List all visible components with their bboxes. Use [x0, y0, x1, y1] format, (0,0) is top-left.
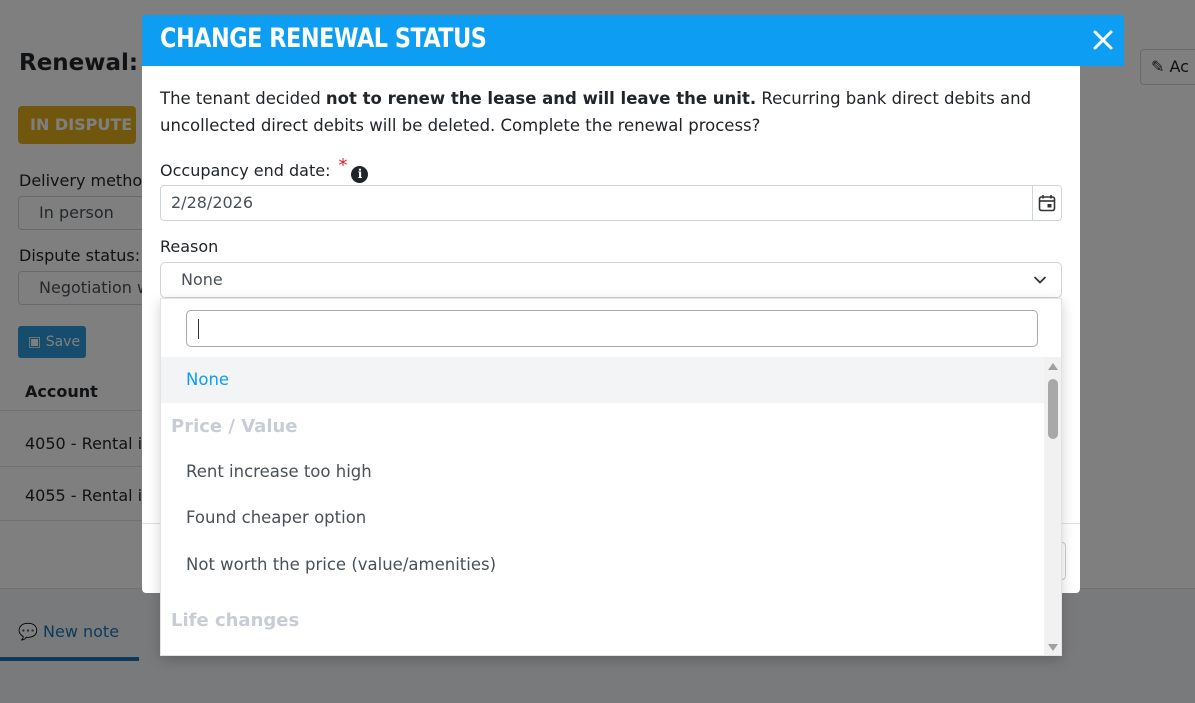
dropdown-options: None Price / Value Rent increase too hig…	[161, 357, 1044, 655]
modal-title: CHANGE RENEWAL STATUS	[160, 23, 487, 54]
dropdown-search-input[interactable]	[186, 310, 1038, 347]
required-mark: *	[338, 155, 348, 176]
modal-body: The tenant decided not to renew the leas…	[160, 85, 1062, 139]
dropdown-scrollbar[interactable]	[1044, 357, 1061, 655]
reason-selected-value: None	[181, 270, 223, 289]
occupancy-date-input[interactable]: 2/28/2026	[160, 185, 1062, 221]
option-rent-increase[interactable]: Rent increase too high	[161, 449, 1044, 495]
info-icon[interactable]: i	[351, 166, 369, 183]
option-cheaper[interactable]: Found cheaper option	[161, 495, 1044, 541]
intro-text: The tenant decided not to renew the leas…	[160, 89, 1032, 135]
group-life-changes: Life changes	[171, 610, 300, 631]
reason-dropdown: None Price / Value Rent increase too hig…	[160, 298, 1062, 656]
option-none[interactable]: None	[161, 357, 1044, 403]
group-price-value: Price / Value	[171, 416, 298, 437]
close-icon	[1093, 30, 1113, 50]
reason-label: Reason	[160, 237, 219, 256]
reason-select[interactable]: None	[160, 262, 1062, 298]
modal-header: CHANGE RENEWAL STATUS	[142, 15, 1124, 66]
option-not-worth[interactable]: Not worth the price (value/amenities)	[161, 542, 1044, 588]
chevron-down-icon	[1033, 276, 1047, 284]
calendar-icon	[1038, 195, 1056, 212]
scroll-down-icon[interactable]	[1048, 644, 1058, 651]
calendar-button[interactable]	[1032, 186, 1061, 220]
scrollbar-thumb[interactable]	[1048, 379, 1058, 439]
occupancy-label: Occupancy end date: * i	[160, 155, 369, 183]
scroll-up-icon[interactable]	[1048, 363, 1058, 370]
text-caret	[198, 319, 199, 339]
date-value: 2/28/2026	[171, 193, 254, 212]
close-button[interactable]	[1088, 25, 1118, 55]
